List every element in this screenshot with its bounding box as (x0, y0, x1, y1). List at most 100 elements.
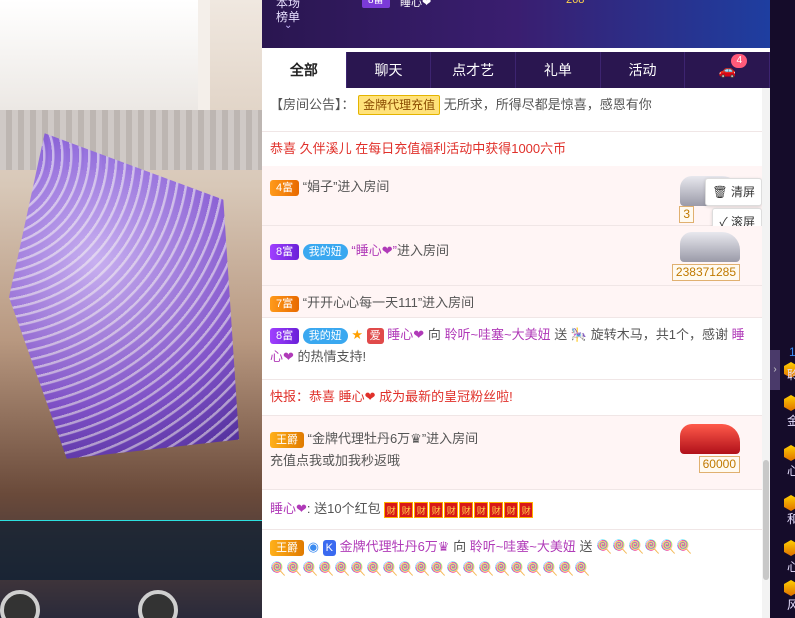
tab-talent[interactable]: 点才艺 (431, 52, 517, 88)
red-packet-icon[interactable]: 财 (504, 501, 519, 518)
rank-hex-icon (784, 495, 795, 511)
lollipop-icon: 🍭 (510, 561, 527, 576)
rank-hex-icon (784, 445, 795, 461)
live-video (0, 0, 262, 618)
recharge-note: 充值点我或加我秒返哦 (270, 453, 401, 468)
fan-badge: 我的妞 (302, 327, 348, 344)
lollipop-icon: 🍭 (478, 561, 495, 576)
user-name[interactable]: 睡心❤ (387, 327, 424, 342)
lollipop-icon: 🍭 (462, 561, 479, 576)
lollipop-icon: 🍭 (286, 561, 303, 576)
lollipop-icon: 🍭 (366, 561, 383, 576)
video-window (0, 0, 210, 110)
chevron-down-icon[interactable]: ⌄ (284, 20, 292, 31)
target-name[interactable]: 聆听~哇塞~大美妞 (470, 539, 576, 554)
notice-tag[interactable]: 金牌代理充值 (358, 95, 441, 115)
red-packet-message: 睡心❤: 送10个红包 财财财财财财财财财财 (262, 490, 762, 530)
tab-gift-list[interactable]: 礼单 (516, 52, 601, 88)
list-item: 王爵 “金牌代理牡丹6万♛”进入房间 充值点我或加我秒返哦 60000 (262, 416, 762, 490)
car-number: 60000 (698, 456, 740, 473)
tab-activity[interactable]: 活动 (601, 52, 686, 88)
top-user-name[interactable]: 睡心❤ (400, 0, 431, 10)
top-bar: 本场榜单 ⌄ 8富 睡心❤ 268 (262, 0, 770, 48)
lollipop-icon: 🍭 (558, 561, 575, 576)
lollipop-icon: 🍭 (430, 561, 447, 576)
list-item: 4富 “娟子”进入房间 3 🗑 清屏 ✓ 滚屏 (262, 166, 762, 236)
chat-panel: 本场榜单 ⌄ 8富 睡心❤ 268 全部 聊天 点才艺 礼单 活动 🚗 4 【房… (262, 0, 771, 618)
level-badge: 7富 (270, 295, 300, 312)
globe-icon: ◉ (307, 539, 319, 554)
video-control-right[interactable] (138, 590, 178, 618)
strip-label: 1 (789, 345, 795, 359)
red-packet-icon[interactable]: 财 (444, 501, 459, 518)
chat-messages: 【房间公告】： 金牌代理充值 无所求，所得尽都是惊喜，感恩有你 恭喜 久伴溪儿 … (262, 88, 762, 618)
red-packet-icon[interactable]: 财 (489, 501, 504, 518)
lollipop-icon: 🍭 (334, 561, 351, 576)
lollipop-icon: 🍭 (302, 561, 319, 576)
king-badge: 王爵 (270, 539, 304, 556)
congrats-message: 恭喜 久伴溪儿 在每日充值福利活动中获得1000六币 (270, 141, 567, 156)
rank-hex-icon (784, 580, 795, 596)
lollipop-icon: 🍭 (660, 539, 677, 554)
rank-hex-icon (784, 395, 795, 411)
user-name[interactable]: 金牌代理牡丹6万♛ (340, 539, 450, 554)
red-packet-icon[interactable]: 财 (459, 501, 474, 518)
lollipop-icon: 🍭 (574, 561, 591, 576)
tab-chat[interactable]: 聊天 (347, 52, 432, 88)
side-strip: › 1 聆 金 心 和 心 风 (770, 0, 795, 618)
lollipop-icon: 🍭 (542, 561, 559, 576)
user-name[interactable]: 睡心❤ (270, 501, 307, 516)
clear-screen-button[interactable]: 🗑 清屏 (705, 178, 762, 206)
room-notice: 【房间公告】： 金牌代理充值 无所求，所得尽都是惊喜，感恩有你 (262, 88, 762, 132)
lollipop-icon: 🍭 (414, 561, 431, 576)
lollipop-icon: 🍭 (526, 561, 543, 576)
enter-text[interactable]: “金牌代理牡丹6万♛”进入房间 (308, 431, 479, 446)
rank-hex-icon (784, 540, 795, 556)
king-badge: 王爵 (270, 431, 304, 448)
user-name[interactable]: “睡心❤” (351, 243, 397, 258)
coin-count: 268 (566, 0, 585, 6)
level-badge: 8富 (270, 243, 300, 260)
red-packet-icon[interactable]: 财 (474, 501, 489, 518)
red-packet-icon[interactable]: 财 (414, 501, 429, 518)
car-number: 238371285 (671, 264, 740, 281)
notice-label: 【房间公告】： (270, 97, 355, 112)
fan-badge: 我的妞 (302, 243, 348, 260)
lollipop-icon: 🍭 (382, 561, 399, 576)
car-image (680, 424, 740, 454)
red-packet-icon[interactable]: 财 (399, 501, 414, 518)
lollipop-icon: 🍭 (494, 561, 511, 576)
red-packet-icon[interactable]: 财 (384, 501, 399, 518)
love-badge: 爱 (366, 327, 384, 344)
red-packet-icon[interactable]: 财 (519, 501, 534, 518)
list-item: 7富 “开开心心每一天111”进入房间 (262, 286, 762, 318)
level-badge: 4富 (270, 179, 300, 196)
chat-scroll-thumb[interactable] (763, 460, 769, 580)
lollipop-icon: 🍭 (612, 539, 629, 554)
video-bottom-bar (0, 520, 262, 580)
lollipop-icon: 🍭 (318, 561, 335, 576)
red-packet-icon[interactable]: 财 (429, 501, 444, 518)
enter-text: “娟子”进入房间 (302, 179, 390, 194)
car-image (680, 232, 740, 262)
lollipop-icon: 🍭 (628, 539, 645, 554)
list-item: 王爵 ◉ K 金牌代理牡丹6万♛ 向 聆听~哇塞~大美妞 送 🍭🍭🍭🍭🍭🍭 🍭🍭… (262, 530, 762, 610)
strip-label: 风 (787, 598, 795, 612)
tab-car[interactable]: 🚗 4 (685, 52, 771, 88)
enter-text: “开开心心每一天111”进入房间 (302, 295, 475, 310)
tab-all[interactable]: 全部 (262, 52, 347, 88)
strip-label: 心 (787, 464, 795, 478)
lollipop-icon: 🍭 (350, 561, 367, 576)
list-item: 8富 我的妞 “睡心❤”进入房间 238371285 (262, 226, 762, 286)
user-level-badge: 8富 (362, 0, 390, 8)
car-number: 3 (679, 206, 694, 223)
target-name[interactable]: 聆听~哇塞~大美妞 (444, 327, 550, 342)
lollipop-icon: 🍭 (446, 561, 463, 576)
car-count-badge: 4 (731, 54, 748, 68)
strip-label: 金 (787, 414, 795, 428)
strip-label: 聆 (787, 368, 795, 382)
lollipop-icon: 🍭 (596, 539, 613, 554)
notice-text: 无所求，所得尽都是惊喜，感恩有你 (443, 97, 652, 112)
video-control-left[interactable] (0, 590, 40, 618)
chevron-right-icon[interactable]: › (770, 350, 780, 390)
